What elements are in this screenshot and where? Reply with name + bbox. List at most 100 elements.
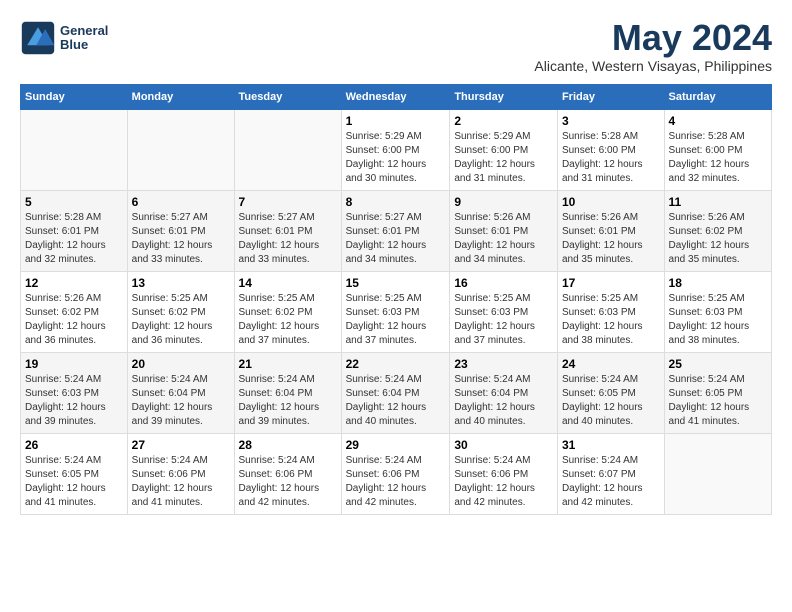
day-number: 5 <box>25 195 123 209</box>
day-info: Sunrise: 5:25 AM Sunset: 6:03 PM Dayligh… <box>346 292 446 348</box>
col-friday: Friday <box>557 85 664 110</box>
calendar-cell: 14 Sunrise: 5:25 AM Sunset: 6:02 PM Dayli… <box>234 272 341 353</box>
day-info: Sunrise: 5:25 AM Sunset: 6:02 PM Dayligh… <box>239 292 337 348</box>
day-number: 20 <box>132 357 230 371</box>
month-title: May 2024 <box>534 20 772 56</box>
day-info: Sunrise: 5:27 AM Sunset: 6:01 PM Dayligh… <box>132 211 230 267</box>
week-row-5: 26 Sunrise: 5:24 AM Sunset: 6:05 PM Dayli… <box>21 434 772 515</box>
day-number: 22 <box>346 357 446 371</box>
day-number: 19 <box>25 357 123 371</box>
day-info: Sunrise: 5:24 AM Sunset: 6:03 PM Dayligh… <box>25 373 123 429</box>
col-sunday: Sunday <box>21 85 128 110</box>
calendar-cell: 20Sunrise: 5:24 AM Sunset: 6:04 PM Dayli… <box>127 353 234 434</box>
logo-line2: Blue <box>60 38 108 52</box>
day-number: 1 <box>346 114 446 128</box>
day-info: Sunrise: 5:24 AM Sunset: 6:06 PM Dayligh… <box>346 454 446 510</box>
calendar-cell: 22 Sunrise: 5:24 AM Sunset: 6:04 PM Dayli… <box>341 353 450 434</box>
logo-line1: General <box>60 24 108 38</box>
day-info: Sunrise: 5:24 AM Sunset: 6:04 PM Dayligh… <box>346 373 446 429</box>
day-number: 7 <box>239 195 337 209</box>
day-number: 15 <box>346 276 446 290</box>
day-info: Sunrise: 5:25 AM Sunset: 6:03 PM Dayligh… <box>669 292 767 348</box>
day-number: 30 <box>454 438 553 452</box>
day-info: Sunrise: 5:24 AM Sunset: 6:06 PM Dayligh… <box>239 454 337 510</box>
day-number: 16 <box>454 276 553 290</box>
day-info: Sunrise: 5:26 AM Sunset: 6:02 PM Dayligh… <box>25 292 123 348</box>
calendar-cell <box>234 110 341 191</box>
calendar-cell: 19 Sunrise: 5:24 AM Sunset: 6:03 PM Dayli… <box>21 353 128 434</box>
day-info: Sunrise: 5:28 AM Sunset: 6:01 PM Dayligh… <box>25 211 123 267</box>
calendar-cell: 7 Sunrise: 5:27 AM Sunset: 6:01 PM Daylig… <box>234 191 341 272</box>
day-number: 26 <box>25 438 123 452</box>
calendar-cell: 26 Sunrise: 5:24 AM Sunset: 6:05 PM Dayli… <box>21 434 128 515</box>
calendar-cell: 30Sunrise: 5:24 AM Sunset: 6:06 PM Dayli… <box>450 434 558 515</box>
page-header: General Blue May 2024 Alicante, Western … <box>20 20 772 74</box>
calendar-body: 1 Sunrise: 5:29 AM Sunset: 6:00 PM Daylig… <box>21 110 772 515</box>
title-section: May 2024 Alicante, Western Visayas, Phil… <box>534 20 772 74</box>
day-info: Sunrise: 5:27 AM Sunset: 6:01 PM Dayligh… <box>239 211 337 267</box>
day-number: 9 <box>454 195 553 209</box>
day-number: 21 <box>239 357 337 371</box>
week-row-1: 1 Sunrise: 5:29 AM Sunset: 6:00 PM Daylig… <box>21 110 772 191</box>
day-number: 11 <box>669 195 767 209</box>
day-number: 23 <box>454 357 553 371</box>
day-info: Sunrise: 5:24 AM Sunset: 6:07 PM Dayligh… <box>562 454 660 510</box>
location: Alicante, Western Visayas, Philippines <box>534 58 772 74</box>
col-saturday: Saturday <box>664 85 771 110</box>
calendar-cell: 18 Sunrise: 5:25 AM Sunset: 6:03 PM Dayli… <box>664 272 771 353</box>
day-info: Sunrise: 5:27 AM Sunset: 6:01 PM Dayligh… <box>346 211 446 267</box>
day-number: 17 <box>562 276 660 290</box>
logo: General Blue <box>20 20 108 56</box>
calendar-table: Sunday Monday Tuesday Wednesday Thursday… <box>20 84 772 515</box>
week-row-2: 5 Sunrise: 5:28 AM Sunset: 6:01 PM Daylig… <box>21 191 772 272</box>
day-number: 6 <box>132 195 230 209</box>
calendar-cell: 10 Sunrise: 5:26 AM Sunset: 6:01 PM Dayli… <box>557 191 664 272</box>
day-number: 4 <box>669 114 767 128</box>
calendar-cell <box>664 434 771 515</box>
day-number: 18 <box>669 276 767 290</box>
logo-icon <box>20 20 56 56</box>
calendar-cell: 17Sunrise: 5:25 AM Sunset: 6:03 PM Dayli… <box>557 272 664 353</box>
calendar-cell: 1 Sunrise: 5:29 AM Sunset: 6:00 PM Daylig… <box>341 110 450 191</box>
week-row-4: 19 Sunrise: 5:24 AM Sunset: 6:03 PM Dayli… <box>21 353 772 434</box>
calendar-cell: 25 Sunrise: 5:24 AM Sunset: 6:05 PM Dayli… <box>664 353 771 434</box>
calendar-cell: 2Sunrise: 5:29 AM Sunset: 6:00 PM Daylig… <box>450 110 558 191</box>
day-info: Sunrise: 5:24 AM Sunset: 6:06 PM Dayligh… <box>132 454 230 510</box>
header-row: Sunday Monday Tuesday Wednesday Thursday… <box>21 85 772 110</box>
calendar-cell <box>21 110 128 191</box>
day-number: 14 <box>239 276 337 290</box>
day-number: 2 <box>454 114 553 128</box>
col-wednesday: Wednesday <box>341 85 450 110</box>
col-monday: Monday <box>127 85 234 110</box>
calendar-cell: 11 Sunrise: 5:26 AM Sunset: 6:02 PM Dayli… <box>664 191 771 272</box>
day-number: 29 <box>346 438 446 452</box>
calendar-cell: 12 Sunrise: 5:26 AM Sunset: 6:02 PM Dayli… <box>21 272 128 353</box>
calendar-cell: 16Sunrise: 5:25 AM Sunset: 6:03 PM Dayli… <box>450 272 558 353</box>
calendar-cell: 9Sunrise: 5:26 AM Sunset: 6:01 PM Daylig… <box>450 191 558 272</box>
day-info: Sunrise: 5:29 AM Sunset: 6:00 PM Dayligh… <box>346 130 446 186</box>
day-number: 12 <box>25 276 123 290</box>
day-info: Sunrise: 5:24 AM Sunset: 6:04 PM Dayligh… <box>239 373 337 429</box>
day-number: 10 <box>562 195 660 209</box>
day-info: Sunrise: 5:24 AM Sunset: 6:05 PM Dayligh… <box>25 454 123 510</box>
calendar-cell: 5 Sunrise: 5:28 AM Sunset: 6:01 PM Daylig… <box>21 191 128 272</box>
day-number: 13 <box>132 276 230 290</box>
calendar-cell: 3 Sunrise: 5:28 AM Sunset: 6:00 PM Daylig… <box>557 110 664 191</box>
calendar-cell: 4Sunrise: 5:28 AM Sunset: 6:00 PM Daylig… <box>664 110 771 191</box>
col-thursday: Thursday <box>450 85 558 110</box>
day-number: 25 <box>669 357 767 371</box>
day-number: 3 <box>562 114 660 128</box>
calendar-cell: 6 Sunrise: 5:27 AM Sunset: 6:01 PM Daylig… <box>127 191 234 272</box>
day-info: Sunrise: 5:24 AM Sunset: 6:05 PM Dayligh… <box>669 373 767 429</box>
calendar-cell: 21 Sunrise: 5:24 AM Sunset: 6:04 PM Dayli… <box>234 353 341 434</box>
day-info: Sunrise: 5:25 AM Sunset: 6:02 PM Dayligh… <box>132 292 230 348</box>
calendar-cell: 15 Sunrise: 5:25 AM Sunset: 6:03 PM Dayli… <box>341 272 450 353</box>
col-tuesday: Tuesday <box>234 85 341 110</box>
day-info: Sunrise: 5:24 AM Sunset: 6:05 PM Dayligh… <box>562 373 660 429</box>
calendar-cell: 23Sunrise: 5:24 AM Sunset: 6:04 PM Dayli… <box>450 353 558 434</box>
day-info: Sunrise: 5:26 AM Sunset: 6:01 PM Dayligh… <box>562 211 660 267</box>
day-number: 8 <box>346 195 446 209</box>
day-info: Sunrise: 5:28 AM Sunset: 6:00 PM Dayligh… <box>562 130 660 186</box>
day-info: Sunrise: 5:26 AM Sunset: 6:02 PM Dayligh… <box>669 211 767 267</box>
calendar-cell: 24Sunrise: 5:24 AM Sunset: 6:05 PM Dayli… <box>557 353 664 434</box>
